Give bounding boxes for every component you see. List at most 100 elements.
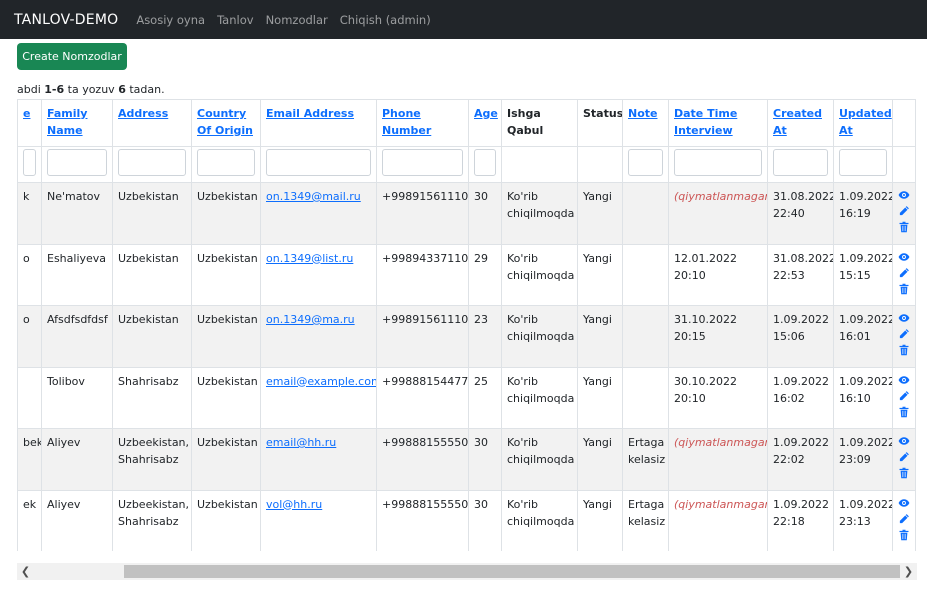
cell-first-name	[17, 366, 42, 429]
pencil-icon[interactable]	[895, 513, 913, 529]
cell-date-time-interview: (qiymatlanmagan)	[668, 428, 768, 491]
email-link[interactable]: email@hh.ru	[266, 436, 336, 449]
cell-note: Ertaga kelasiz	[622, 428, 669, 491]
trash-icon[interactable]	[895, 221, 913, 237]
filter-family-name-input[interactable]	[47, 149, 107, 176]
pencil-icon[interactable]	[895, 390, 913, 406]
email-link[interactable]: on.1349@list.ru	[266, 252, 353, 265]
filter-created-at-input[interactable]	[773, 149, 828, 176]
eye-icon[interactable]	[895, 497, 913, 513]
cell-created-at: 1.09.2022 22:18	[767, 489, 834, 551]
sort-updated-at[interactable]: Updated At	[839, 107, 892, 137]
cell-first-name: ek	[17, 489, 42, 551]
trash-icon[interactable]	[895, 529, 913, 545]
filter-updated-at-input[interactable]	[839, 149, 887, 176]
trash-icon[interactable]	[895, 283, 913, 299]
table-row: o Eshaliyeva Uzbekistan Uzbekistan on.1349@l…	[17, 243, 916, 306]
table-row: o Afsdfsdfdsf Uzbekistan Uzbekistan on.1349@…	[17, 305, 916, 368]
cell-created-at: 31.08.2022 22:40	[767, 182, 834, 245]
cell-address: Shahrisabz	[112, 366, 192, 429]
cell-updated-at: 1.09.2022 23:13	[833, 489, 893, 551]
brand-logo[interactable]: TANLOV-DEMO	[14, 12, 118, 28]
trash-icon[interactable]	[895, 467, 913, 483]
cell-date-time-interview: (qiymatlanmagan)	[668, 182, 768, 245]
cell-country-of-origin: Uzbekistan	[191, 489, 261, 551]
nav-link-logout[interactable]: Chiqish (admin)	[340, 13, 431, 27]
table-row: bek Aliyev Uzbeekistan, Shahrisabz Uzbekist…	[17, 428, 916, 491]
pencil-icon[interactable]	[895, 328, 913, 344]
eye-icon[interactable]	[895, 435, 913, 451]
chevron-left-icon[interactable]: ❮	[17, 563, 34, 580]
trash-icon[interactable]	[895, 344, 913, 360]
sort-family-name[interactable]: Family Name	[47, 107, 87, 137]
trash-icon[interactable]	[895, 406, 913, 422]
eye-icon[interactable]	[895, 374, 913, 390]
sort-date-time-interview[interactable]: Date Time Interview	[674, 107, 737, 137]
eye-icon[interactable]	[895, 251, 913, 267]
cell-status: Yangi	[577, 182, 623, 245]
header-status: Status	[577, 99, 623, 147]
nav-link-asosiy-oyna[interactable]: Asosiy oyna	[136, 13, 205, 27]
table-row: k Ne'matov Uzbekistan Uzbekistan on.1349@mai…	[17, 182, 916, 245]
pencil-icon[interactable]	[895, 451, 913, 467]
cell-email-address: on.1349@mail.ru	[260, 182, 377, 245]
email-link[interactable]: on.1349@mail.ru	[266, 190, 361, 203]
cell-phone-number: +998881544777	[376, 366, 469, 429]
email-link[interactable]: vol@hh.ru	[266, 498, 322, 511]
sort-country-of-origin[interactable]: Country Of Origin	[197, 107, 253, 137]
cell-created-at: 31.08.2022 22:53	[767, 243, 834, 306]
cell-updated-at: 1.09.2022 16:01	[833, 305, 893, 368]
sort-first-name[interactable]: e	[23, 107, 30, 120]
cell-address: Uzbekistan	[112, 182, 192, 245]
sort-age[interactable]: Age	[474, 107, 498, 120]
header-ishga-qabul: Ishga Qabul	[501, 99, 578, 147]
filter-phone-input[interactable]	[382, 149, 463, 176]
nav-link-tanlov[interactable]: Tanlov	[217, 13, 254, 27]
cell-ishga-qabul: Ko'rib chiqilmoqda	[501, 366, 578, 429]
sort-phone-number[interactable]: Phone Number	[382, 107, 431, 137]
filter-address-input[interactable]	[118, 149, 186, 176]
cell-email-address: on.1349@list.ru	[260, 243, 377, 306]
create-nomzodlar-button[interactable]: Create Nomzodlar	[17, 43, 127, 70]
cell-email-address: on.1349@ma.ru	[260, 305, 377, 368]
row-actions	[892, 489, 916, 551]
cell-status: Yangi	[577, 366, 623, 429]
cell-phone-number: +998881555500	[376, 428, 469, 491]
cell-family-name: Eshaliyeva	[41, 243, 113, 306]
cell-ishga-qabul: Ko'rib chiqilmoqda	[501, 182, 578, 245]
sort-address[interactable]: Address	[118, 107, 168, 120]
email-link[interactable]: email@example.com	[266, 375, 376, 388]
filter-age-input[interactable]	[474, 149, 496, 176]
top-navbar: TANLOV-DEMO Asosiy oyna Tanlov Nomzodlar…	[0, 0, 927, 39]
filter-first-name-input[interactable]	[23, 149, 36, 176]
cell-age: 25	[468, 366, 502, 429]
horizontal-scrollbar[interactable]: ❮ ❯	[17, 563, 917, 580]
cell-ishga-qabul: Ko'rib chiqilmoqda	[501, 243, 578, 306]
cell-family-name: Aliyev	[41, 428, 113, 491]
cell-ishga-qabul: Ko'rib chiqilmoqda	[501, 428, 578, 491]
pencil-icon[interactable]	[895, 267, 913, 283]
cell-address: Uzbeekistan, Shahrisabz	[112, 428, 192, 491]
sort-created-at[interactable]: Created At	[773, 107, 822, 137]
table-row: Tolibov Shahrisabz Uzbekistan email@example…	[17, 366, 916, 429]
sort-note[interactable]: Note	[628, 107, 657, 120]
email-link[interactable]: on.1349@ma.ru	[266, 313, 355, 326]
cell-age: 30	[468, 182, 502, 245]
cell-age: 29	[468, 243, 502, 306]
filter-country-input[interactable]	[197, 149, 255, 176]
cell-status: Yangi	[577, 243, 623, 306]
filter-interview-input[interactable]	[674, 149, 762, 176]
eye-icon[interactable]	[895, 189, 913, 205]
nav-link-nomzodlar[interactable]: Nomzodlar	[266, 13, 328, 27]
chevron-right-icon[interactable]: ❯	[900, 563, 917, 580]
eye-icon[interactable]	[895, 312, 913, 328]
sort-email-address[interactable]: Email Address	[266, 107, 354, 120]
scrollbar-thumb[interactable]	[124, 565, 900, 578]
cell-first-name: k	[17, 182, 42, 245]
filter-email-input[interactable]	[266, 149, 371, 176]
grid-table-viewport[interactable]: e Family Name Address Country Of Origin …	[17, 99, 917, 551]
cell-family-name: Aliyev	[41, 489, 113, 551]
pencil-icon[interactable]	[895, 205, 913, 221]
cell-first-name: o	[17, 243, 42, 306]
filter-note-input[interactable]	[628, 149, 663, 176]
